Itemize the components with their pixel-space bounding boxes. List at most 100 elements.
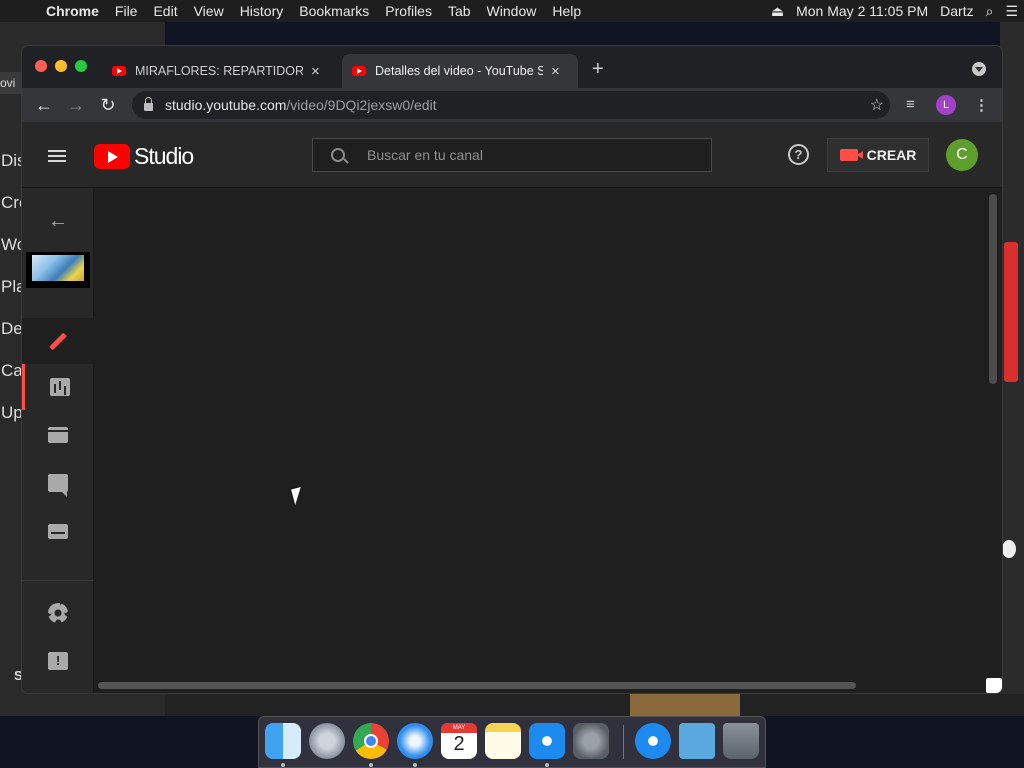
subtitles-icon	[48, 523, 68, 539]
back-to-content-button[interactable]: ←	[22, 198, 94, 244]
address-bar[interactable]: studio.youtube.com/video/9DQi2jexsw0/edi…	[132, 91, 890, 119]
gear-icon	[48, 603, 68, 623]
sidebar-item-subtitles[interactable]	[22, 508, 94, 554]
menubar-clock[interactable]: Mon May 2 11:05 PM	[790, 3, 934, 19]
youtube-studio-logo[interactable]: Studio	[94, 143, 194, 170]
close-tab-icon[interactable]: ×	[311, 63, 320, 80]
menu-bookmarks[interactable]: Bookmarks	[291, 3, 377, 19]
bar-chart-icon	[49, 378, 70, 396]
menu-tab[interactable]: Tab	[440, 3, 479, 19]
create-button-label: CREAR	[866, 147, 917, 163]
calendar-day: 2	[453, 733, 465, 755]
lock-icon[interactable]	[144, 97, 153, 111]
studio-wordmark: Studio	[134, 143, 194, 169]
sidebar-item-comments[interactable]	[22, 460, 94, 506]
chrome-icon[interactable]	[353, 723, 389, 759]
create-button[interactable]: CREAR	[827, 138, 929, 172]
sidebar-item-details[interactable]	[22, 318, 94, 364]
pencil-icon	[49, 332, 67, 350]
menu-chrome[interactable]: Chrome	[38, 3, 107, 19]
sidebar-divider	[22, 580, 94, 581]
scroll-corner	[986, 678, 1002, 693]
vertical-scrollbar[interactable]	[989, 194, 997, 384]
channel-search-box[interactable]: Buscar en tu canal	[312, 138, 712, 172]
chrome-icon-center	[364, 734, 378, 748]
help-icon[interactable]: ?	[788, 144, 809, 165]
search-placeholder[interactable]: Buscar en tu canal	[367, 147, 483, 163]
zoom-window-button[interactable]	[75, 60, 87, 72]
dock-divider	[623, 725, 624, 759]
macos-menu-bar: Chrome File Edit View History Bookmarks …	[0, 0, 1024, 22]
tab-title: Detalles del video - YouTube St	[375, 64, 543, 78]
arrow-back-icon: ←	[48, 209, 68, 232]
launchpad-icon[interactable]	[309, 723, 345, 759]
menu-window[interactable]: Window	[479, 3, 545, 19]
main-content-area	[94, 188, 1002, 693]
background-red-bar	[1004, 242, 1018, 382]
background-circle	[1002, 540, 1016, 558]
calendar-month: MAY	[441, 723, 477, 733]
sidebar-item-feedback[interactable]	[22, 638, 94, 684]
browser-toolbar: ← → ↻ studio.youtube.com/video/9DQi2jexs…	[22, 88, 1002, 122]
url-path: /video/9DQi2jexsw0/edit	[286, 97, 437, 113]
chrome-menu-icon[interactable]: ⋮	[974, 96, 989, 114]
control-center-icon[interactable]: ☰	[999, 3, 1024, 20]
app-store-icon[interactable]	[529, 723, 565, 759]
calendar-icon[interactable]: MAY 2	[441, 723, 477, 759]
comment-icon	[48, 474, 68, 497]
forward-button[interactable]: →	[63, 92, 89, 118]
app-store-folder-icon[interactable]	[635, 723, 671, 759]
thumbnail-image	[32, 255, 84, 281]
sidebar-item-settings[interactable]	[22, 590, 94, 636]
trash-icon[interactable]	[723, 723, 759, 759]
video-camera-icon	[839, 149, 863, 161]
youtube-favicon-icon	[112, 66, 126, 76]
minimize-window-button[interactable]	[55, 60, 67, 72]
video-thumbnail[interactable]	[26, 252, 90, 288]
running-indicator	[281, 763, 285, 767]
feedback-icon	[48, 652, 68, 670]
running-indicator	[413, 763, 417, 767]
url-text[interactable]: studio.youtube.com/video/9DQi2jexsw0/edi…	[165, 97, 437, 113]
tab-title: MIRAFLORES: REPARTIDOR HA	[135, 64, 303, 78]
youtube-logo-icon	[94, 144, 130, 169]
tab-search-icon[interactable]	[972, 62, 986, 76]
profile-avatar[interactable]: L	[936, 95, 956, 115]
chrome-window: MIRAFLORES: REPARTIDOR HA × Detalles del…	[22, 46, 1002, 693]
menu-help[interactable]: Help	[544, 3, 589, 19]
spotlight-search-icon[interactable]: ⌕	[980, 3, 1000, 20]
menu-history[interactable]: History	[232, 3, 292, 19]
menu-file[interactable]: File	[107, 3, 146, 19]
eject-icon[interactable]: ⏏	[765, 3, 790, 20]
url-host: studio.youtube.com	[165, 97, 287, 113]
new-tab-button[interactable]: +	[592, 58, 604, 81]
close-tab-icon[interactable]: ×	[551, 63, 560, 80]
reload-button[interactable]: ↻	[95, 92, 121, 118]
system-preferences-icon[interactable]	[573, 723, 609, 759]
close-window-button[interactable]	[35, 60, 47, 72]
downloads-folder-icon[interactable]	[679, 723, 715, 759]
youtube-favicon-icon	[352, 66, 366, 76]
hamburger-menu-icon[interactable]	[48, 150, 66, 162]
bookmark-star-icon[interactable]: ☆	[870, 95, 884, 115]
tab-detalles-del-video[interactable]: Detalles del video - YouTube St ×	[342, 54, 578, 88]
tab-strip: MIRAFLORES: REPARTIDOR HA × Detalles del…	[22, 46, 1002, 88]
background-window-right	[1000, 22, 1024, 716]
sidebar-item-editor[interactable]	[22, 412, 94, 458]
reading-list-icon[interactable]: ≡	[906, 96, 915, 113]
sidebar-item-analytics[interactable]	[22, 364, 94, 410]
menubar-user[interactable]: Dartz	[934, 3, 979, 19]
safari-icon[interactable]	[397, 723, 433, 759]
notes-icon[interactable]	[485, 723, 521, 759]
tab-miraflores[interactable]: MIRAFLORES: REPARTIDOR HA ×	[102, 54, 338, 88]
menu-edit[interactable]: Edit	[145, 3, 185, 19]
menu-profiles[interactable]: Profiles	[377, 3, 440, 19]
horizontal-scrollbar[interactable]	[98, 682, 856, 689]
running-indicator	[545, 763, 549, 767]
menu-view[interactable]: View	[186, 3, 232, 19]
finder-icon[interactable]	[265, 723, 301, 759]
background-window-bottom	[165, 694, 1024, 716]
channel-avatar[interactable]: C	[946, 139, 978, 171]
studio-sidebar: ←	[22, 188, 94, 693]
back-button[interactable]: ←	[31, 92, 57, 118]
